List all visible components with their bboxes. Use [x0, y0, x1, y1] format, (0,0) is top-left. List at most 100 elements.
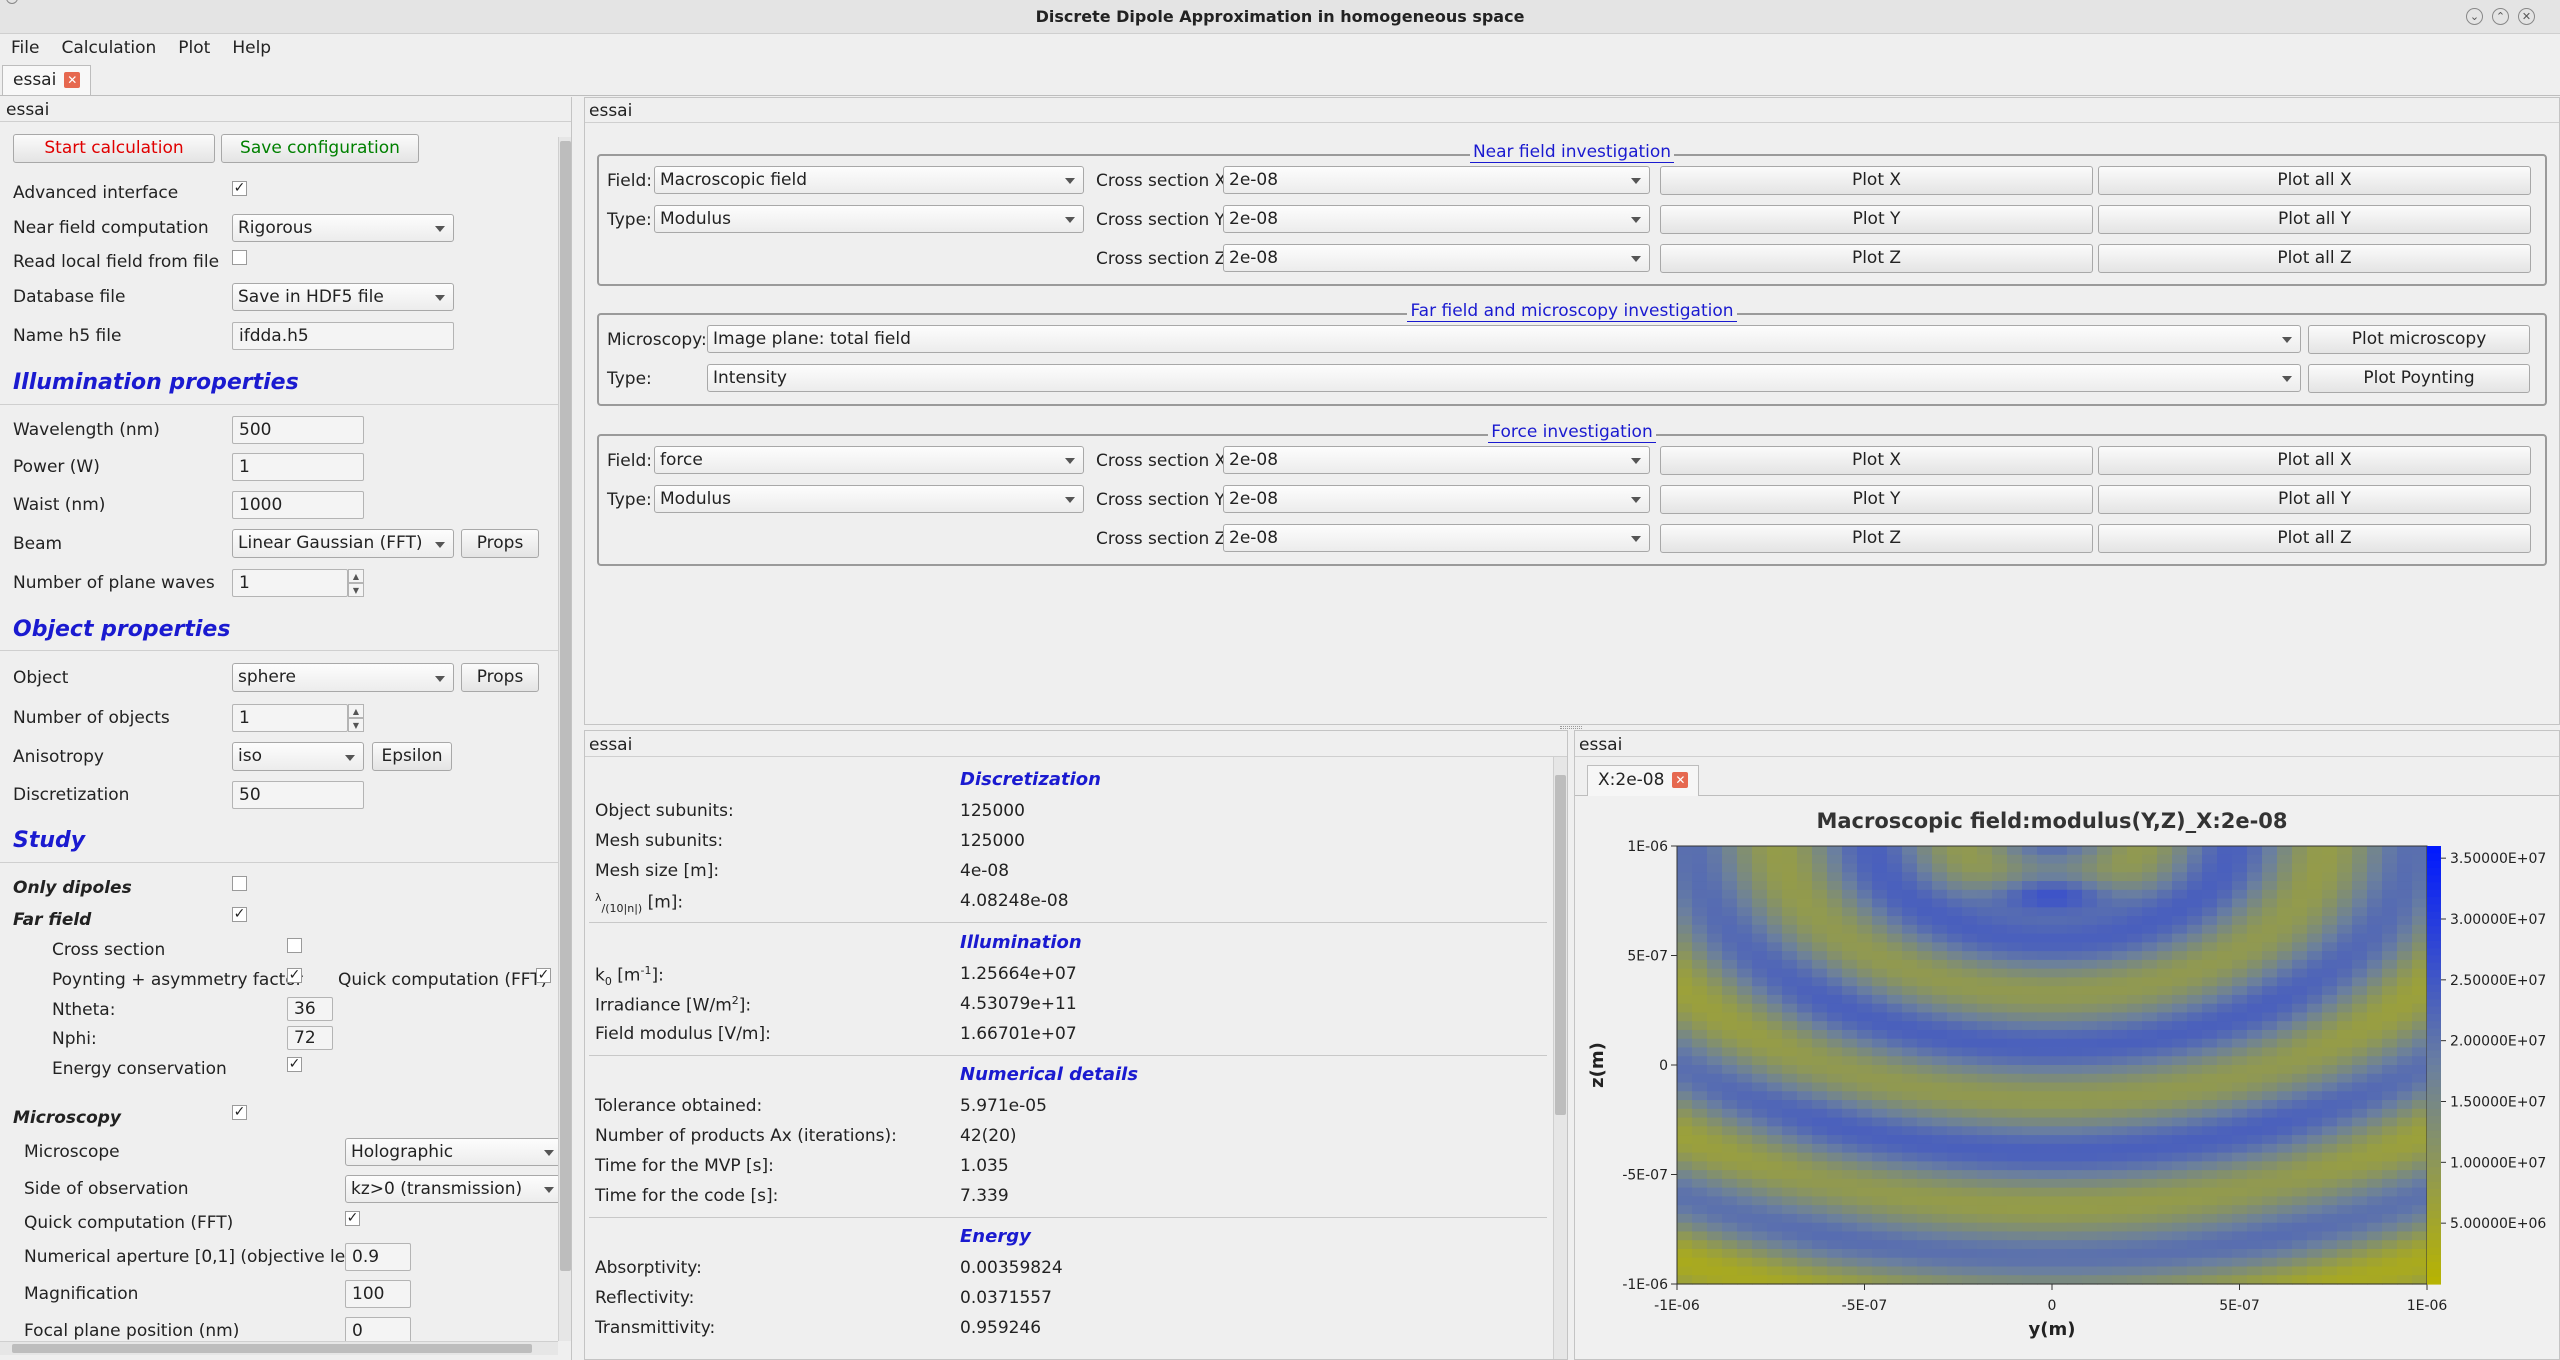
plot-microscopy-button[interactable]: Plot microscopy	[2308, 325, 2530, 354]
energy-conservation-checkbox[interactable]: ✓	[287, 1057, 302, 1072]
heatmap-cell	[2172, 863, 2188, 873]
close-figure-tab-icon[interactable]: ✕	[1672, 772, 1689, 788]
numerical-aperture-input[interactable]: 0.9	[345, 1243, 411, 1271]
config-scrollbar[interactable]	[558, 137, 571, 1341]
heatmap-cell	[1797, 1240, 1813, 1250]
splitter-handle[interactable]	[1560, 726, 1582, 729]
menu-plot[interactable]: Plot	[167, 34, 221, 62]
power-input[interactable]: 1	[232, 453, 364, 481]
heatmap-cell	[2007, 846, 2023, 856]
nphi-input[interactable]: 72	[287, 1026, 333, 1050]
wavelength-input[interactable]: 500	[232, 416, 364, 444]
near-plot-x-button[interactable]: Plot X	[1660, 166, 2093, 195]
h5-file-input[interactable]: ifdda.h5	[232, 322, 454, 350]
plane-waves-down[interactable]: ▼	[348, 583, 364, 597]
heatmap-cell	[1932, 1065, 1948, 1075]
database-file-select[interactable]: Save in HDF5 file	[232, 283, 454, 311]
start-calculation-button[interactable]: Start calculation	[13, 134, 215, 163]
force-field-select[interactable]: force	[654, 446, 1084, 474]
h5-file-label: Name h5 file	[13, 326, 122, 346]
results-scrollbar-thumb[interactable]	[1555, 775, 1566, 1115]
object-props-button[interactable]: Props	[461, 663, 539, 692]
near-plot-all-x-button[interactable]: Plot all X	[2098, 166, 2531, 195]
epsilon-button[interactable]: Epsilon	[372, 742, 452, 771]
far-field-checkbox[interactable]: ✓	[232, 907, 247, 922]
microscopy-checkbox[interactable]: ✓	[232, 1105, 247, 1120]
plane-waves-input[interactable]: 1	[232, 569, 348, 597]
near-csx-select[interactable]: 2e-08	[1223, 166, 1650, 194]
heatmap-cell	[1797, 1056, 1813, 1066]
force-plot-z-button[interactable]: Plot Z	[1660, 524, 2093, 553]
menu-file[interactable]: File	[0, 34, 50, 62]
heatmap-cell	[2172, 933, 2188, 943]
force-csy-select[interactable]: 2e-08	[1223, 485, 1650, 513]
minimize-icon[interactable]: ⌄	[2466, 8, 2483, 25]
results-scrollbar[interactable]	[1553, 757, 1567, 1359]
near-plot-y-button[interactable]: Plot Y	[1660, 205, 2093, 234]
near-field-type-select[interactable]: Macroscopic field	[654, 166, 1084, 194]
force-plot-x-button[interactable]: Plot X	[1660, 446, 2093, 475]
heatmap-chart[interactable]: Macroscopic field:modulus(Y,Z)_X:2e-08-1…	[1575, 796, 2560, 1360]
quick-fft-checkbox[interactable]: ✓	[536, 968, 551, 983]
heatmap-cell	[1887, 1100, 1903, 1110]
near-plot-z-button[interactable]: Plot Z	[1660, 244, 2093, 273]
far-type-select[interactable]: Intensity	[707, 364, 2301, 392]
divider	[585, 756, 1567, 757]
near-field-select[interactable]: Rigorous	[232, 214, 454, 242]
config-hscrollbar[interactable]	[0, 1341, 558, 1355]
force-plot-all-y-button[interactable]: Plot all Y	[2098, 485, 2531, 514]
heatmap-cell	[2247, 1082, 2263, 1092]
heatmap-cell	[1962, 1178, 1978, 1189]
near-csy-select[interactable]: 2e-08	[1223, 205, 1650, 233]
save-configuration-button[interactable]: Save configuration	[221, 134, 419, 163]
beam-props-button[interactable]: Props	[461, 529, 539, 558]
heatmap-cell	[2367, 1126, 2383, 1136]
force-plot-y-button[interactable]: Plot Y	[1660, 485, 2093, 514]
waist-input[interactable]: 1000	[232, 491, 364, 519]
cross-section-checkbox[interactable]	[287, 938, 302, 953]
tab-essai[interactable]: essai ✕	[2, 65, 92, 95]
force-csx-select[interactable]: 2e-08	[1223, 446, 1650, 474]
number-objects-input[interactable]: 1	[232, 704, 348, 732]
number-objects-down[interactable]: ▼	[348, 718, 364, 732]
side-observation-select[interactable]: kz>0 (transmission)	[345, 1175, 563, 1203]
beam-select[interactable]: Linear Gaussian (FFT)	[232, 529, 454, 558]
near-type-select[interactable]: Modulus	[654, 205, 1084, 233]
near-csz-select[interactable]: 2e-08	[1223, 244, 1650, 272]
force-csz-select[interactable]: 2e-08	[1223, 524, 1650, 552]
plane-waves-up[interactable]: ▲	[348, 569, 364, 583]
figure-tab[interactable]: X:2e-08 ✕	[1587, 765, 1700, 796]
menu-help[interactable]: Help	[221, 34, 282, 62]
poynting-checkbox[interactable]: ✓	[287, 968, 302, 983]
magnification-input[interactable]: 100	[345, 1280, 411, 1308]
heatmap-cell	[1842, 1012, 1858, 1022]
ntheta-input[interactable]: 36	[287, 997, 333, 1021]
anisotropy-select[interactable]: iso	[232, 742, 364, 771]
config-scrollbar-thumb[interactable]	[560, 141, 571, 1271]
near-plot-all-z-button[interactable]: Plot all Z	[2098, 244, 2531, 273]
number-objects-up[interactable]: ▲	[348, 704, 364, 718]
force-plot-all-z-button[interactable]: Plot all Z	[2098, 524, 2531, 553]
microscopy-type-select[interactable]: Image plane: total field	[707, 325, 2301, 353]
near-plot-all-y-button[interactable]: Plot all Y	[2098, 205, 2531, 234]
close-window-icon[interactable]: ✕	[2518, 8, 2535, 25]
menu-calculation[interactable]: Calculation	[50, 34, 167, 62]
discretization-input[interactable]: 50	[232, 781, 364, 809]
plot-poynting-button[interactable]: Plot Poynting	[2308, 364, 2530, 393]
heatmap-cell	[1887, 1056, 1903, 1066]
maximize-icon[interactable]: ⌃	[2492, 8, 2509, 25]
read-local-field-checkbox[interactable]	[232, 250, 247, 265]
close-tab-icon[interactable]: ✕	[64, 72, 81, 88]
figure-canvas[interactable]: Macroscopic field:modulus(Y,Z)_X:2e-08 -1…	[1575, 796, 2560, 1360]
microscope-select[interactable]: Holographic	[345, 1138, 563, 1166]
advanced-interface-checkbox[interactable]: ✓	[232, 181, 247, 196]
heatmap-cell	[1752, 889, 1768, 900]
quick-computation-checkbox[interactable]: ✓	[345, 1211, 360, 1226]
object-select[interactable]: sphere	[232, 663, 454, 692]
force-plot-all-x-button[interactable]: Plot all X	[2098, 446, 2531, 475]
only-dipoles-checkbox[interactable]	[232, 876, 247, 891]
force-type-select[interactable]: Modulus	[654, 485, 1084, 513]
config-hscrollbar-thumb[interactable]	[12, 1344, 532, 1353]
heatmap-cell	[2217, 1187, 2233, 1197]
window-menu-icon[interactable]	[6, 0, 18, 4]
